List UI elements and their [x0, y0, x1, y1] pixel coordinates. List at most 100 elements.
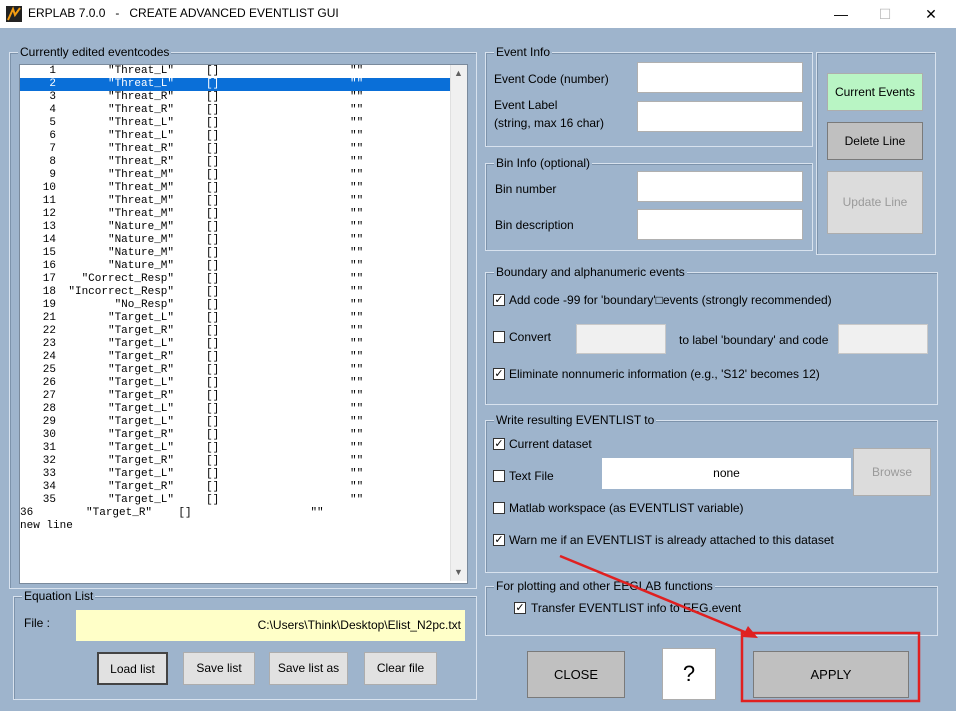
- list-cell-desc: "": [350, 182, 364, 194]
- minimize-icon[interactable]: —: [818, 0, 864, 28]
- list-item[interactable]: 6 "Threat_L" [] "": [20, 130, 450, 143]
- transfer-label: Transfer EVENTLIST info to EEG.event: [531, 601, 742, 615]
- update-line-button[interactable]: Update Line: [827, 171, 923, 234]
- add-code-checkbox[interactable]: ✓: [493, 294, 505, 306]
- bin-description-input[interactable]: [637, 209, 803, 240]
- list-item[interactable]: 24 "Target_R" [] "": [20, 351, 450, 364]
- eventcodes-listbox[interactable]: 1 "Threat_L" [] "" 2 "Threat_L" [] "" 3 "Threat_R…: [19, 64, 468, 584]
- current-dataset-checkbox[interactable]: ✓: [493, 438, 505, 450]
- add-code-label: Add code -99 for 'boundary'□events (stro…: [509, 293, 832, 307]
- list-item[interactable]: 18 "Incorrect_Resp" [] "": [20, 286, 450, 299]
- list-item[interactable]: 13 "Nature_M" [] "": [20, 221, 450, 234]
- delete-line-button[interactable]: Delete Line: [827, 122, 923, 160]
- list-item[interactable]: 5 "Threat_L" [] "": [20, 117, 450, 130]
- save-list-as-button[interactable]: Save list as: [269, 652, 348, 685]
- list-item[interactable]: 2 "Threat_L" [] "": [20, 78, 450, 91]
- list-item[interactable]: 30 "Target_R" [] "": [20, 429, 450, 442]
- list-cell-code: "Threat_M": [107, 195, 174, 207]
- list-item[interactable]: 27 "Target_R" [] "": [20, 390, 450, 403]
- list-item[interactable]: 1 "Threat_L" [] "": [20, 65, 450, 78]
- list-cell-bin: []: [206, 130, 220, 142]
- list-cell-idx: 12: [42, 208, 56, 220]
- list-item[interactable]: 35 "Target_L" [] "": [20, 494, 450, 507]
- list-cell-bin: []: [206, 195, 220, 207]
- list-item[interactable]: 15 "Nature_M" [] "": [20, 247, 450, 260]
- file-path-field[interactable]: C:\Users\Think\Desktop\Elist_N2pc.txt: [76, 610, 465, 641]
- list-cell-idx: 1: [49, 65, 56, 77]
- help-button[interactable]: ?: [662, 648, 716, 700]
- list-item[interactable]: 4 "Threat_R" [] "": [20, 104, 450, 117]
- list-item[interactable]: 7 "Threat_R" [] "": [20, 143, 450, 156]
- clear-file-button[interactable]: Clear file: [364, 652, 437, 685]
- list-cell-desc: "": [350, 104, 364, 116]
- event-code-input[interactable]: [637, 62, 803, 93]
- list-cell-bin: []: [206, 429, 220, 441]
- list-item-new-line[interactable]: new line: [20, 520, 450, 533]
- boundary-code-input[interactable]: [838, 324, 928, 354]
- list-cell-idx: 17: [42, 273, 56, 285]
- list-item[interactable]: 22 "Target_R" [] "": [20, 325, 450, 338]
- transfer-checkbox[interactable]: ✓: [514, 602, 526, 614]
- scroll-up-icon[interactable]: ▲: [454, 68, 463, 78]
- list-item[interactable]: 25 "Target_R" [] "": [20, 364, 450, 377]
- list-item[interactable]: 12 "Threat_M" [] "": [20, 208, 450, 221]
- list-cell-bin: []: [206, 364, 220, 376]
- list-cell-idx: 29: [42, 416, 56, 428]
- list-scrollbar[interactable]: ▲ ▼: [450, 65, 467, 581]
- list-cell-bin: []: [206, 403, 220, 415]
- close-button[interactable]: CLOSE: [527, 651, 625, 698]
- text-file-path-field[interactable]: none: [602, 458, 851, 489]
- eliminate-checkbox[interactable]: ✓: [493, 368, 505, 380]
- list-cell-code: "Target_L": [107, 403, 174, 415]
- browse-button[interactable]: Browse: [853, 448, 931, 496]
- warn-checkbox[interactable]: ✓: [493, 534, 505, 546]
- list-item[interactable]: 16 "Nature_M" [] "": [20, 260, 450, 273]
- load-list-button[interactable]: Load list: [97, 652, 168, 685]
- list-item[interactable]: 33 "Target_L" [] "": [20, 468, 450, 481]
- list-cell-code: "Nature_M": [107, 221, 174, 233]
- list-item[interactable]: 29 "Target_L" [] "": [20, 416, 450, 429]
- list-item[interactable]: 14 "Nature_M" [] "": [20, 234, 450, 247]
- list-cell-idx: 5: [49, 117, 56, 129]
- list-item[interactable]: 31 "Target_L" [] "": [20, 442, 450, 455]
- list-cell-idx: 21: [42, 312, 56, 324]
- list-cell-code: "Threat_M": [107, 182, 174, 194]
- maximize-icon[interactable]: ☐: [862, 0, 908, 28]
- convert-from-input[interactable]: [576, 324, 666, 354]
- list-cell-desc: "": [350, 494, 364, 506]
- list-cell-bin: []: [206, 221, 220, 233]
- list-item[interactable]: 21 "Target_L" [] "": [20, 312, 450, 325]
- workspace-checkbox[interactable]: [493, 502, 505, 514]
- list-item[interactable]: 23 "Target_L" [] "": [20, 338, 450, 351]
- scroll-down-icon[interactable]: ▼: [454, 567, 463, 577]
- list-cell-idx: 28: [42, 403, 56, 415]
- list-cell-code: "Target_L": [107, 468, 174, 480]
- bin-number-input[interactable]: [637, 171, 803, 202]
- apply-button[interactable]: APPLY: [753, 651, 909, 698]
- erplab-logo-icon: [6, 6, 22, 22]
- list-item[interactable]: 11 "Threat_M" [] "": [20, 195, 450, 208]
- list-item[interactable]: 19 "No_Resp" [] "": [20, 299, 450, 312]
- save-list-button[interactable]: Save list: [183, 652, 255, 685]
- list-item[interactable]: 28 "Target_L" [] "": [20, 403, 450, 416]
- list-item[interactable]: 9 "Threat_M" [] "": [20, 169, 450, 182]
- list-item[interactable]: 32 "Target_R" [] "": [20, 455, 450, 468]
- text-file-checkbox[interactable]: [493, 470, 505, 482]
- list-cell-idx: 18: [42, 286, 56, 298]
- list-cell-idx: 19: [42, 299, 56, 311]
- list-item[interactable]: 17 "Correct_Resp" [] "": [20, 273, 450, 286]
- event-label-input[interactable]: [637, 101, 803, 132]
- list-item[interactable]: 8 "Threat_R" [] "": [20, 156, 450, 169]
- list-cell-code: "Threat_R": [107, 143, 174, 155]
- list-item[interactable]: 34 "Target_R" [] "": [20, 481, 450, 494]
- list-item[interactable]: 36 "Target_R" [] "": [20, 507, 450, 520]
- workspace-label: Matlab workspace (as EVENTLIST variable): [509, 501, 744, 515]
- list-item[interactable]: 10 "Threat_M" [] "": [20, 182, 450, 195]
- list-item[interactable]: 3 "Threat_R" [] "": [20, 91, 450, 104]
- list-cell-idx: 16: [42, 260, 56, 272]
- current-events-button[interactable]: Current Events: [827, 73, 923, 111]
- list-cell-idx: 15: [42, 247, 56, 259]
- close-window-icon[interactable]: ✕: [908, 0, 954, 28]
- convert-checkbox[interactable]: [493, 331, 505, 343]
- list-item[interactable]: 26 "Target_L" [] "": [20, 377, 450, 390]
